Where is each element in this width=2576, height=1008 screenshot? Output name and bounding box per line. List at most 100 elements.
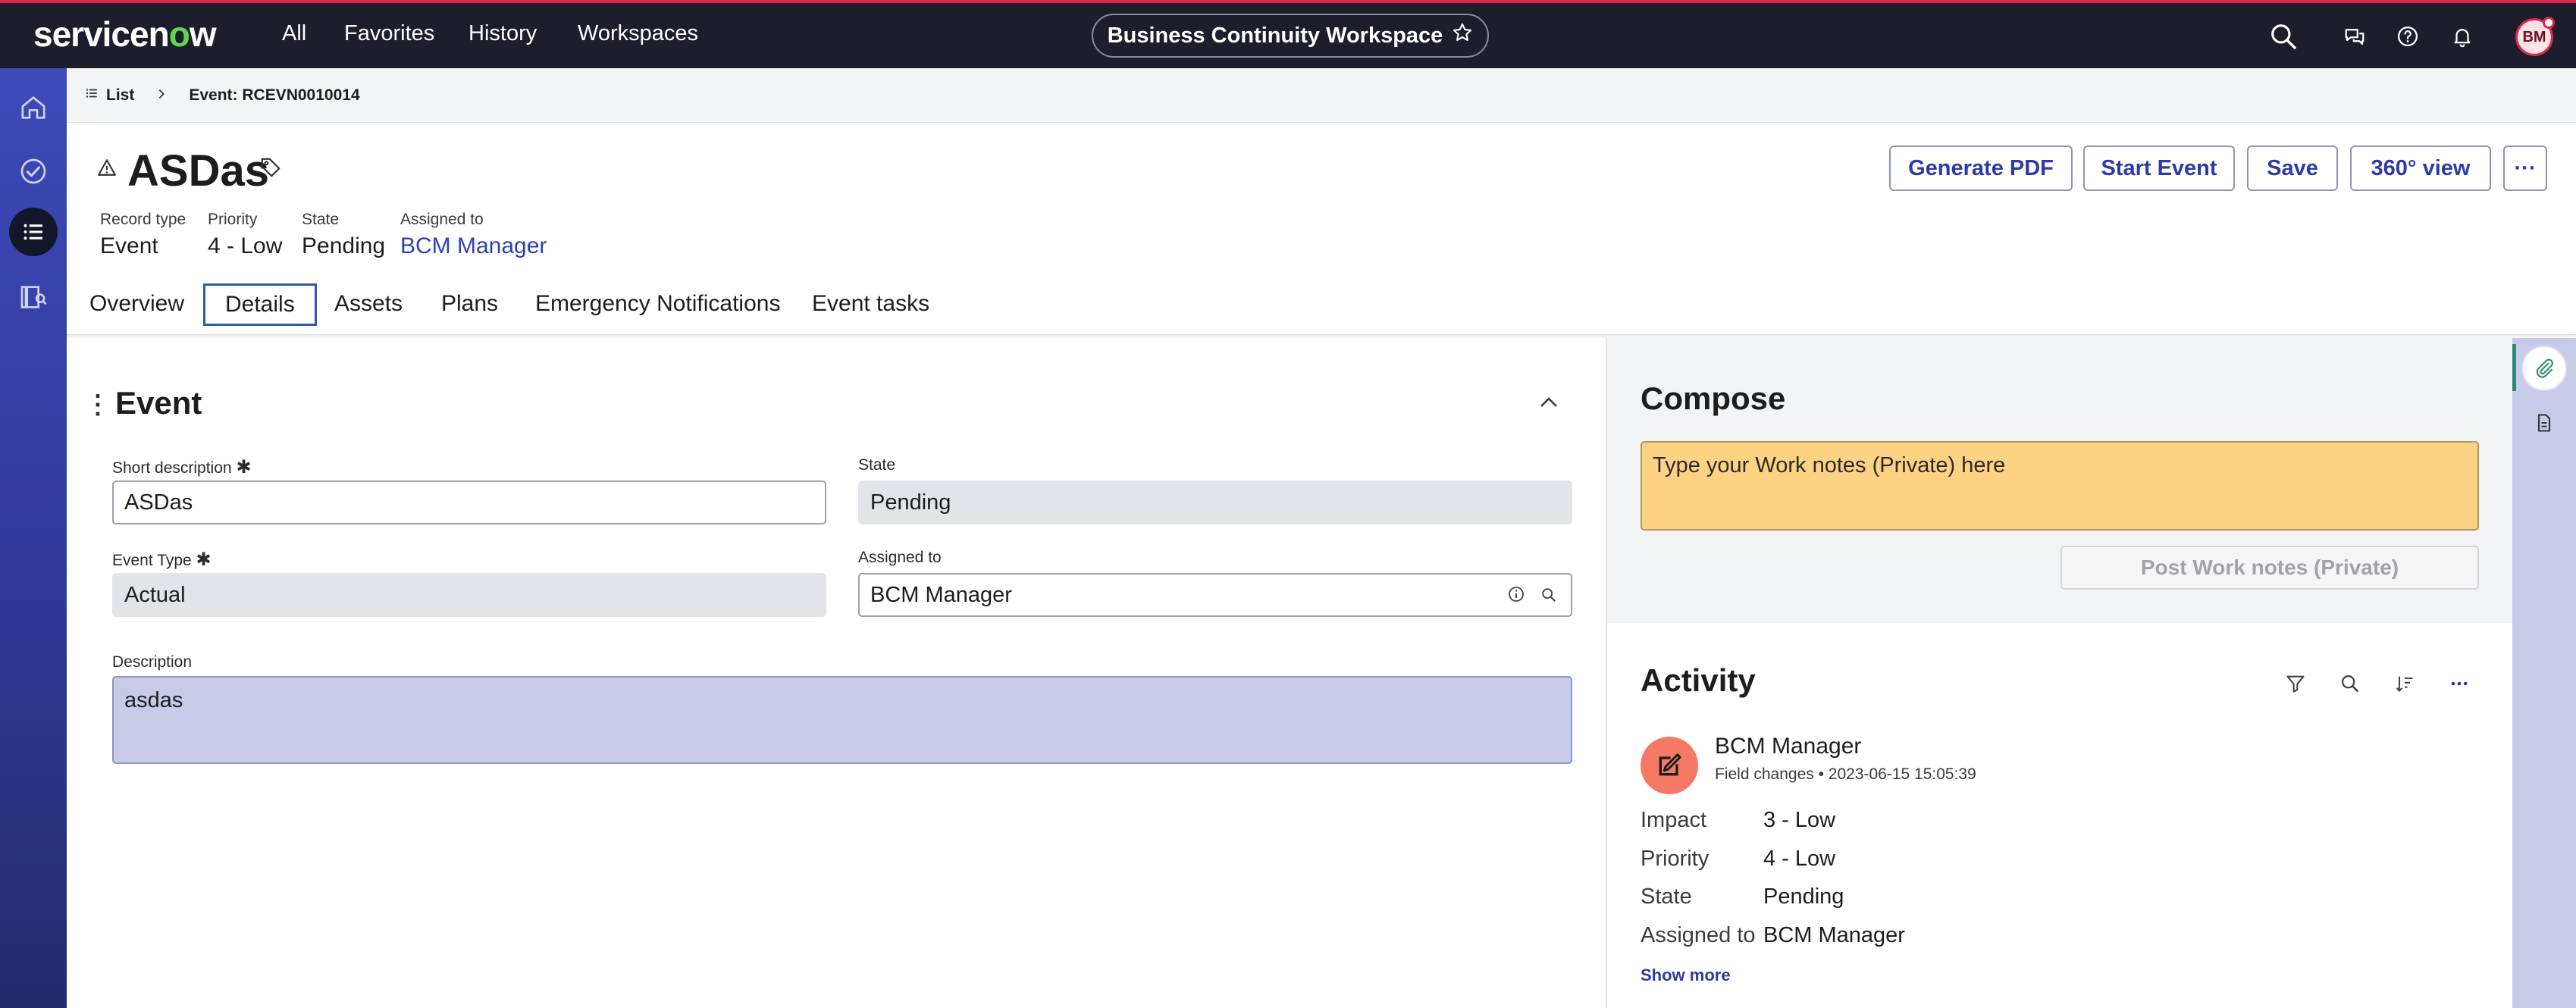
work-notes-textarea[interactable]: Type your Work notes (Private) here	[1641, 441, 2479, 531]
help-icon[interactable]	[2391, 20, 2424, 53]
event-form-panel: ⋮ Event Short description ✱ ASDas State …	[67, 338, 1606, 1008]
generate-pdf-button[interactable]: Generate PDF	[1889, 146, 2073, 191]
compose-section: Compose Type your Work notes (Private) h…	[1607, 338, 2514, 623]
assigned-to-input[interactable]: BCM Manager	[858, 573, 1572, 617]
more-actions-button[interactable]: ···	[2503, 146, 2547, 191]
info-icon[interactable]	[1507, 585, 1525, 607]
state-label: State	[858, 456, 896, 474]
activity-type: Field changes	[1715, 765, 1814, 783]
activity-separator: •	[1818, 765, 1824, 783]
event-type-label-text: Event Type	[112, 552, 192, 569]
breadcrumb-list-label: List	[106, 86, 135, 104]
meta-priority-value: 4 - Low	[208, 233, 283, 258]
paperclip-icon[interactable]	[2523, 347, 2565, 390]
post-work-notes-button[interactable]: Post Work notes (Private)	[2060, 546, 2479, 590]
list-small-icon	[85, 86, 99, 105]
avatar-status-dot	[2543, 17, 2555, 29]
servicenow-logo[interactable]: servicenow	[33, 14, 217, 55]
left-rail	[0, 68, 67, 1008]
tab-assets[interactable]: Assets	[334, 291, 403, 317]
view-360-button[interactable]: 360° view	[2350, 146, 2491, 191]
short-description-input[interactable]: ASDas	[112, 481, 826, 524]
tag-icon[interactable]	[259, 156, 282, 183]
search-icon[interactable]	[2267, 20, 2300, 53]
compose-title: Compose	[1641, 380, 1786, 416]
meta-record-type-value: Event	[100, 233, 158, 258]
top-navigation-bar: servicenow All Favorites History Workspa…	[0, 0, 2576, 68]
activity-more-icon[interactable]	[2444, 668, 2474, 699]
activity-field-name: Priority	[1641, 847, 1709, 871]
tab-event-tasks[interactable]: Event tasks	[812, 291, 929, 317]
breadcrumb-list-link[interactable]: List	[85, 86, 134, 105]
breadcrumb-current: Event: RCEVN0010014	[189, 86, 360, 104]
active-indicator	[2512, 344, 2516, 391]
logo-text-part: servicen	[33, 14, 170, 54]
section-menu-icon[interactable]: ⋮	[85, 390, 111, 420]
tab-plans[interactable]: Plans	[441, 291, 498, 317]
activity-field-name: Assigned to	[1641, 923, 1756, 947]
nav-all[interactable]: All	[282, 21, 306, 46]
check-circle-icon[interactable]	[9, 147, 58, 196]
nav-favorites[interactable]: Favorites	[344, 21, 434, 46]
filter-icon[interactable]	[2280, 668, 2311, 699]
activity-field-value: BCM Manager	[1763, 923, 1905, 947]
required-indicator: ✱	[196, 549, 212, 570]
assigned-to-label: Assigned to	[858, 549, 942, 566]
state-field: Pending	[858, 481, 1572, 524]
tab-emergency-notifications[interactable]: Emergency Notifications	[535, 291, 780, 317]
description-textarea[interactable]: asdas	[112, 676, 1572, 764]
save-button[interactable]: Save	[2247, 146, 2338, 191]
assigned-to-value: BCM Manager	[870, 582, 1012, 607]
activity-field-name: State	[1641, 884, 1692, 909]
breadcrumb: List Event: RCEVN0010014	[67, 68, 2576, 123]
lookup-search-icon[interactable]	[1540, 587, 1557, 607]
map-book-icon[interactable]	[9, 273, 58, 321]
event-type-field: Actual	[112, 573, 826, 617]
edit-pencil-icon	[1641, 737, 1698, 794]
activity-title: Activity	[1641, 662, 1756, 698]
chevron-up-icon[interactable]	[1537, 391, 1560, 418]
logo-text-end: w	[189, 14, 217, 54]
required-indicator: ✱	[236, 457, 252, 477]
activity-user[interactable]: BCM Manager	[1715, 734, 1861, 759]
short-description-label-text: Short description	[112, 459, 232, 477]
nav-history[interactable]: History	[469, 21, 537, 46]
chat-icon[interactable]	[2338, 20, 2371, 53]
contextual-sidebar	[2512, 338, 2576, 1008]
star-icon[interactable]	[1452, 22, 1473, 49]
document-icon[interactable]	[2523, 402, 2565, 444]
activity-timestamp: 2023-06-15 15:05:39	[1828, 765, 1976, 783]
nav-workspaces[interactable]: Workspaces	[578, 21, 698, 46]
activity-field-value: Pending	[1763, 884, 1844, 909]
activity-field-value: 3 - Low	[1763, 808, 1836, 832]
workspace-name: Business Continuity Workspace	[1107, 23, 1443, 48]
tab-overview[interactable]: Overview	[89, 291, 184, 317]
workspace-switcher[interactable]: Business Continuity Workspace	[1092, 14, 1489, 58]
section-title: Event	[115, 385, 202, 421]
notifications-bell-icon[interactable]	[2446, 20, 2479, 53]
meta-state-label: State	[302, 211, 340, 228]
meta-state-value: Pending	[302, 233, 386, 258]
chevron-right-icon	[148, 86, 175, 105]
logo-o-letter: o	[168, 14, 190, 54]
show-more-link[interactable]: Show more	[1641, 966, 1731, 985]
tab-details[interactable]: Details	[203, 283, 317, 326]
activity-search-icon[interactable]	[2335, 668, 2365, 699]
list-icon[interactable]	[9, 208, 58, 256]
meta-record-type-label: Record type	[100, 211, 186, 228]
sort-icon[interactable]	[2390, 668, 2420, 699]
activity-field-name: Impact	[1641, 808, 1707, 832]
record-header: ASDas Record type Event Priority 4 - Low…	[67, 123, 2576, 335]
home-icon[interactable]	[9, 83, 58, 132]
start-event-button[interactable]: Start Event	[2083, 146, 2235, 191]
event-type-label: Event Type ✱	[112, 549, 212, 571]
meta-priority-label: Priority	[208, 211, 258, 228]
record-title: ASDas	[127, 146, 269, 196]
description-label: Description	[112, 653, 193, 671]
meta-assigned-label: Assigned to	[400, 211, 484, 228]
short-description-label: Short description ✱	[112, 456, 252, 478]
warning-icon	[97, 158, 117, 181]
activity-meta: Field changes • 2023-06-15 15:05:39	[1715, 765, 1976, 784]
meta-assigned-link[interactable]: BCM Manager	[400, 233, 547, 259]
activity-field-value: 4 - Low	[1763, 847, 1836, 871]
